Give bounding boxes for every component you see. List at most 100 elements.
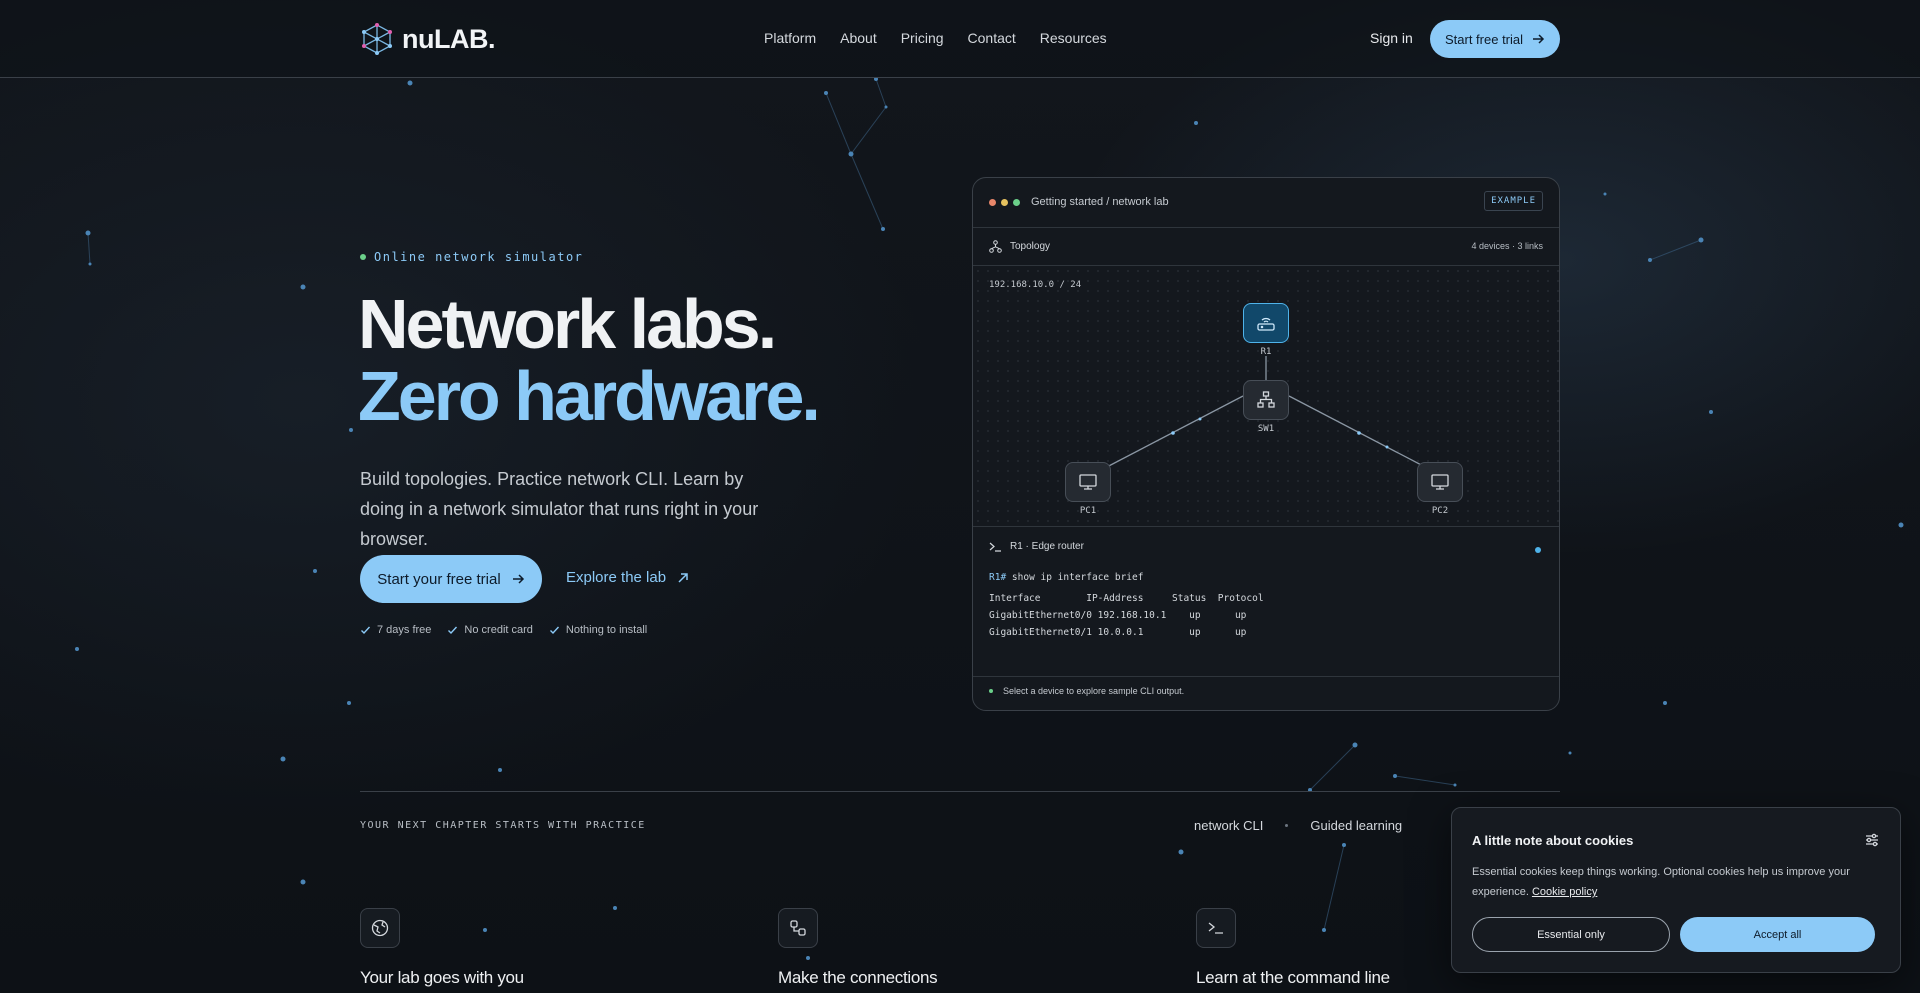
benefit-label: Nothing to install [565, 624, 648, 636]
feature-icon-box [778, 908, 818, 948]
sliders-icon[interactable] [1864, 832, 1880, 848]
eyebrow-text: Online network simulator [374, 250, 584, 264]
globe-icon [371, 919, 389, 937]
cookie-policy-link[interactable]: Cookie policy [1532, 886, 1597, 898]
accept-all-button[interactable]: Accept all [1680, 917, 1875, 952]
nav-platform[interactable]: Platform [764, 30, 816, 46]
brand-name: nuLAB. [402, 23, 495, 54]
cli-command: show ip interface brief [1011, 572, 1144, 583]
device-pc2[interactable] [1417, 462, 1463, 502]
terminal-header: R1 · Edge router [989, 541, 1084, 552]
essential-only-button[interactable]: Essential only [1472, 917, 1670, 952]
nav-pricing[interactable]: Pricing [901, 30, 944, 46]
device-pc1[interactable] [1065, 462, 1111, 502]
sign-in-link[interactable]: Sign in [1370, 30, 1413, 46]
terminal-icon [989, 542, 1001, 552]
cookie-text: Essential cookies keep things working. O… [1472, 866, 1850, 898]
cube-network-icon [362, 23, 392, 55]
nav-resources[interactable]: Resources [1040, 30, 1107, 46]
topology-icon [989, 240, 1002, 253]
card-footer: Select a device to explore sample CLI ou… [989, 686, 1184, 696]
topology-canvas: 192.168.10.0 / 24 R1 SW1 PC1 PC2 [973, 266, 1559, 527]
device-r1[interactable] [1243, 303, 1289, 343]
header-trial-label: Start free trial [1444, 31, 1524, 47]
terminal-title: R1 · Edge router [1010, 541, 1084, 552]
section-divider [360, 791, 1560, 792]
connection-icon [790, 920, 806, 936]
feature-title: Learn at the command line [1196, 968, 1390, 987]
close-dot-icon [989, 199, 996, 206]
hero-eyebrow: Online network simulator [360, 250, 583, 264]
cookie-banner: A little note about cookies Essential co… [1451, 807, 1901, 973]
benefit-item: Nothing to install [549, 624, 647, 636]
arrow-right-icon [512, 574, 524, 584]
arrow-up-right-icon [678, 572, 688, 583]
footer-hint: Select a device to explore sample CLI ou… [1003, 686, 1185, 696]
tag-item: Guided learning [1310, 818, 1403, 833]
nav-contact[interactable]: Contact [968, 30, 1016, 46]
feature-card: Your lab goes with you [360, 908, 524, 987]
switch-icon [1257, 391, 1275, 408]
tag-separator [1285, 824, 1289, 827]
status-dot [989, 689, 993, 693]
section-tags: network CLI Guided learning [1194, 818, 1402, 833]
device-label: PC1 [1079, 506, 1097, 516]
device-label: R1 [1260, 347, 1272, 357]
start-trial-label: Start your free trial [377, 570, 501, 588]
hero-benefits: 7 days free No credit card Nothing to in… [360, 624, 647, 636]
cli-table-header: Interface IP-Address Status Protocol [989, 593, 1264, 604]
topology-bar: Topology 4 devices · 3 links [973, 228, 1559, 266]
benefit-item: 7 days free [360, 624, 431, 636]
cli-prompt: R1# [989, 572, 1007, 583]
explore-lab-link[interactable]: Explore the lab [566, 569, 690, 586]
start-trial-button[interactable]: Start your free trial [360, 555, 542, 603]
header-trial-button[interactable]: Start free trial [1430, 20, 1560, 58]
device-label: SW1 [1257, 424, 1275, 434]
terminal-panel: R1 · Edge router R1# show ip interface b… [973, 527, 1559, 677]
feature-title: Your lab goes with you [360, 968, 524, 987]
hero-title-line1: Network labs. [358, 285, 777, 363]
terminal-icon [1208, 922, 1223, 934]
lab-preview-card: Getting started / network lab EXAMPLE To… [972, 177, 1560, 711]
check-icon [361, 626, 371, 634]
router-icon [1257, 317, 1275, 331]
feature-title: Make the connections [778, 968, 938, 987]
check-icon [549, 626, 559, 634]
tag-item: network CLI [1194, 818, 1264, 833]
benefit-label: 7 days free [377, 624, 432, 636]
hero-title-line2: Zero hardware. [358, 357, 821, 435]
arrow-right-icon [1533, 34, 1545, 44]
benefit-item: No credit card [447, 624, 533, 636]
terminal-output: R1# show ip interface brief Interface IP… [989, 569, 1264, 641]
hero-lead: Build topologies. Practice network CLI. … [360, 469, 759, 549]
monitor-icon [1079, 474, 1097, 490]
feature-icon-box [360, 908, 400, 948]
monitor-icon [1431, 474, 1449, 490]
topology-label: Topology [1010, 241, 1051, 252]
section-eyebrow: YOUR NEXT CHAPTER STARTS WITH PRACTICE [360, 820, 646, 831]
cli-row: GigabitEthernet0/1 10.0.0.1 up up [989, 627, 1247, 638]
status-led [1535, 547, 1541, 553]
explore-lab-label: Explore the lab [566, 569, 667, 586]
brand-logo[interactable]: nuLAB. [360, 22, 495, 56]
feature-card: Learn at the command line [1196, 908, 1390, 987]
nav-about[interactable]: About [840, 30, 877, 46]
cli-row: GigabitEthernet0/0 192.168.10.1 up up [989, 610, 1247, 621]
benefit-label: No credit card [464, 624, 533, 636]
device-label: PC2 [1431, 506, 1449, 516]
feature-card: Make the connections [778, 908, 938, 987]
site-header: nuLAB. Platform About Pricing Contact Re… [0, 0, 1920, 78]
device-sw1[interactable] [1243, 380, 1289, 420]
minimize-dot-icon [1001, 199, 1008, 206]
window-controls [989, 199, 1020, 206]
feature-icon-box [1196, 908, 1236, 948]
cookie-body: Essential cookies keep things working. O… [1472, 862, 1877, 902]
hero-title: Network labs. Zero hardware. [358, 285, 821, 435]
cookie-title: A little note about cookies [1472, 833, 1634, 848]
topology-count: 4 devices · 3 links [1471, 241, 1543, 251]
example-badge: EXAMPLE [1484, 191, 1543, 211]
card-titlebar: Getting started / network lab EXAMPLE [973, 178, 1559, 228]
breadcrumb: Getting started / network lab [1031, 196, 1169, 208]
check-icon [448, 626, 458, 634]
maximize-dot-icon [1013, 199, 1020, 206]
